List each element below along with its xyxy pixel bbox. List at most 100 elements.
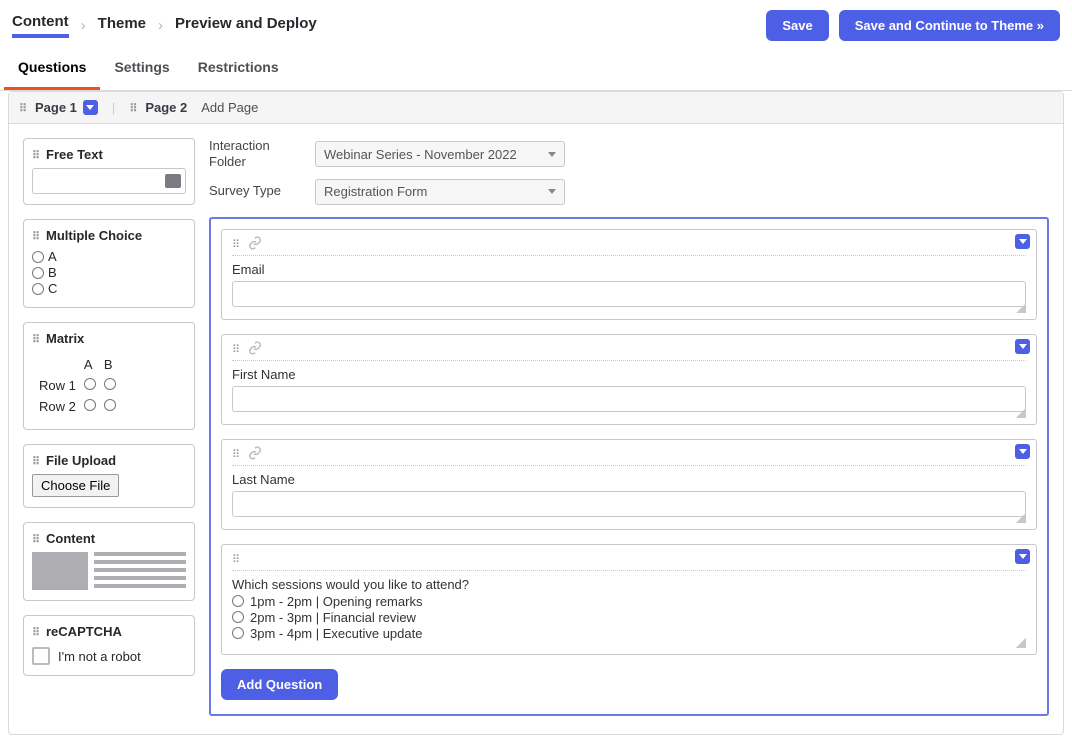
- radio-icon: [32, 251, 44, 263]
- session-option[interactable]: 1pm - 2pm | Opening remarks: [232, 594, 1026, 609]
- session-option[interactable]: 2pm - 3pm | Financial review: [232, 610, 1026, 625]
- drag-handle-icon[interactable]: [19, 100, 29, 115]
- question-input[interactable]: [232, 281, 1026, 307]
- question-input[interactable]: [232, 491, 1026, 517]
- drag-handle-icon[interactable]: [32, 624, 42, 639]
- matrix-row: Row 1: [38, 377, 77, 394]
- checkbox-icon: [32, 647, 50, 665]
- radio-icon: [104, 399, 116, 411]
- save-continue-button[interactable]: Save and Continue to Theme »: [839, 10, 1060, 41]
- palette-content-label: Content: [46, 531, 95, 546]
- tab-questions[interactable]: Questions: [4, 47, 100, 90]
- option-label: 1pm - 2pm | Opening remarks: [250, 594, 422, 609]
- palette-free-text-label: Free Text: [46, 147, 103, 162]
- action-buttons: Save Save and Continue to Theme »: [766, 10, 1060, 41]
- survey-type-select[interactable]: Registration Form: [315, 179, 565, 205]
- page-2-label: Page 2: [145, 100, 187, 115]
- drag-handle-icon[interactable]: [32, 331, 42, 346]
- separator: |: [112, 100, 115, 115]
- breadcrumb-preview-deploy[interactable]: Preview and Deploy: [175, 15, 317, 36]
- question-label: Email: [232, 262, 1026, 277]
- page-1-label: Page 1: [35, 100, 77, 115]
- radio-icon: [84, 399, 96, 411]
- canvas-column: Interaction Folder Webinar Series - Nove…: [209, 138, 1049, 716]
- palette-free-text[interactable]: Free Text: [23, 138, 195, 205]
- interaction-folder-select[interactable]: Webinar Series - November 2022: [315, 141, 565, 167]
- page-1-menu[interactable]: [83, 100, 98, 115]
- add-page-button[interactable]: Add Page: [201, 100, 258, 115]
- add-question-button[interactable]: Add Question: [221, 669, 338, 700]
- chevron-right-icon: ›: [81, 17, 86, 34]
- question-palette: Free Text Multiple Choice A B C Matrix A…: [23, 138, 195, 716]
- question-label: First Name: [232, 367, 1026, 382]
- interaction-folder-row: Interaction Folder Webinar Series - Nove…: [209, 138, 1049, 171]
- radio-icon: [32, 267, 44, 279]
- drag-handle-icon[interactable]: [232, 551, 242, 566]
- drag-handle-icon[interactable]: [129, 100, 139, 115]
- question-menu[interactable]: [1015, 234, 1030, 249]
- question-menu[interactable]: [1015, 549, 1030, 564]
- matrix-row: Row 2: [38, 398, 77, 415]
- drag-handle-icon[interactable]: [232, 341, 242, 356]
- matrix-col: B: [103, 356, 117, 373]
- drag-handle-icon[interactable]: [32, 147, 42, 162]
- palette-content[interactable]: Content: [23, 522, 195, 601]
- link-icon[interactable]: [248, 341, 262, 355]
- free-text-preview: [32, 168, 186, 194]
- resize-handle[interactable]: [232, 517, 1026, 523]
- page-2-tab[interactable]: Page 2: [129, 100, 187, 115]
- question-prompt: Which sessions would you like to attend?: [232, 577, 1026, 592]
- drag-handle-icon[interactable]: [32, 453, 42, 468]
- choose-file-button[interactable]: Choose File: [32, 474, 119, 497]
- recaptcha-text: I'm not a robot: [58, 649, 141, 664]
- drag-handle-icon[interactable]: [32, 228, 42, 243]
- form-canvas: Email First Name: [209, 217, 1049, 716]
- mc-option-label: B: [48, 265, 57, 280]
- page-1-tab[interactable]: Page 1: [19, 100, 98, 115]
- breadcrumb-content[interactable]: Content: [12, 13, 69, 38]
- drag-handle-icon[interactable]: [32, 531, 42, 546]
- session-option[interactable]: 3pm - 4pm | Executive update: [232, 626, 1026, 641]
- question-last-name[interactable]: Last Name: [221, 439, 1037, 530]
- survey-type-value: Registration Form: [324, 184, 427, 199]
- question-input[interactable]: [232, 386, 1026, 412]
- header-row: Content › Theme › Preview and Deploy Sav…: [0, 0, 1072, 47]
- tab-settings[interactable]: Settings: [100, 47, 183, 90]
- matrix-preview: AB Row 1 Row 2: [32, 352, 123, 419]
- palette-recaptcha-label: reCAPTCHA: [46, 624, 122, 639]
- resize-handle[interactable]: [232, 412, 1026, 418]
- save-button[interactable]: Save: [766, 10, 828, 41]
- mc-option: B: [32, 265, 186, 280]
- resize-handle[interactable]: [232, 642, 1026, 648]
- breadcrumb-theme[interactable]: Theme: [98, 15, 146, 36]
- image-placeholder-icon: [32, 552, 88, 590]
- survey-type-label: Survey Type: [209, 183, 299, 199]
- palette-matrix[interactable]: Matrix AB Row 1 Row 2: [23, 322, 195, 430]
- palette-file-upload[interactable]: File Upload Choose File: [23, 444, 195, 508]
- content-tabs: Questions Settings Restrictions: [0, 47, 1072, 91]
- survey-type-row: Survey Type Registration Form: [209, 179, 1049, 205]
- main-area: Free Text Multiple Choice A B C Matrix A…: [9, 124, 1063, 734]
- radio-icon: [84, 378, 96, 390]
- link-icon[interactable]: [248, 446, 262, 460]
- drag-handle-icon[interactable]: [232, 446, 242, 461]
- mc-option: C: [32, 281, 186, 296]
- resize-handle[interactable]: [232, 307, 1026, 313]
- radio-icon: [232, 595, 244, 607]
- palette-multiple-choice[interactable]: Multiple Choice A B C: [23, 219, 195, 308]
- question-email[interactable]: Email: [221, 229, 1037, 320]
- question-first-name[interactable]: First Name: [221, 334, 1037, 425]
- palette-mc-label: Multiple Choice: [46, 228, 142, 243]
- mc-option-label: C: [48, 281, 57, 296]
- question-sessions[interactable]: Which sessions would you like to attend?…: [221, 544, 1037, 655]
- tab-restrictions[interactable]: Restrictions: [184, 47, 293, 90]
- mc-option-label: A: [48, 249, 57, 264]
- chevron-right-icon: ›: [158, 17, 163, 34]
- link-icon[interactable]: [248, 236, 262, 250]
- option-label: 2pm - 3pm | Financial review: [250, 610, 416, 625]
- question-menu[interactable]: [1015, 339, 1030, 354]
- matrix-col: A: [83, 356, 97, 373]
- drag-handle-icon[interactable]: [232, 236, 242, 251]
- question-menu[interactable]: [1015, 444, 1030, 459]
- palette-recaptcha[interactable]: reCAPTCHA I'm not a robot: [23, 615, 195, 676]
